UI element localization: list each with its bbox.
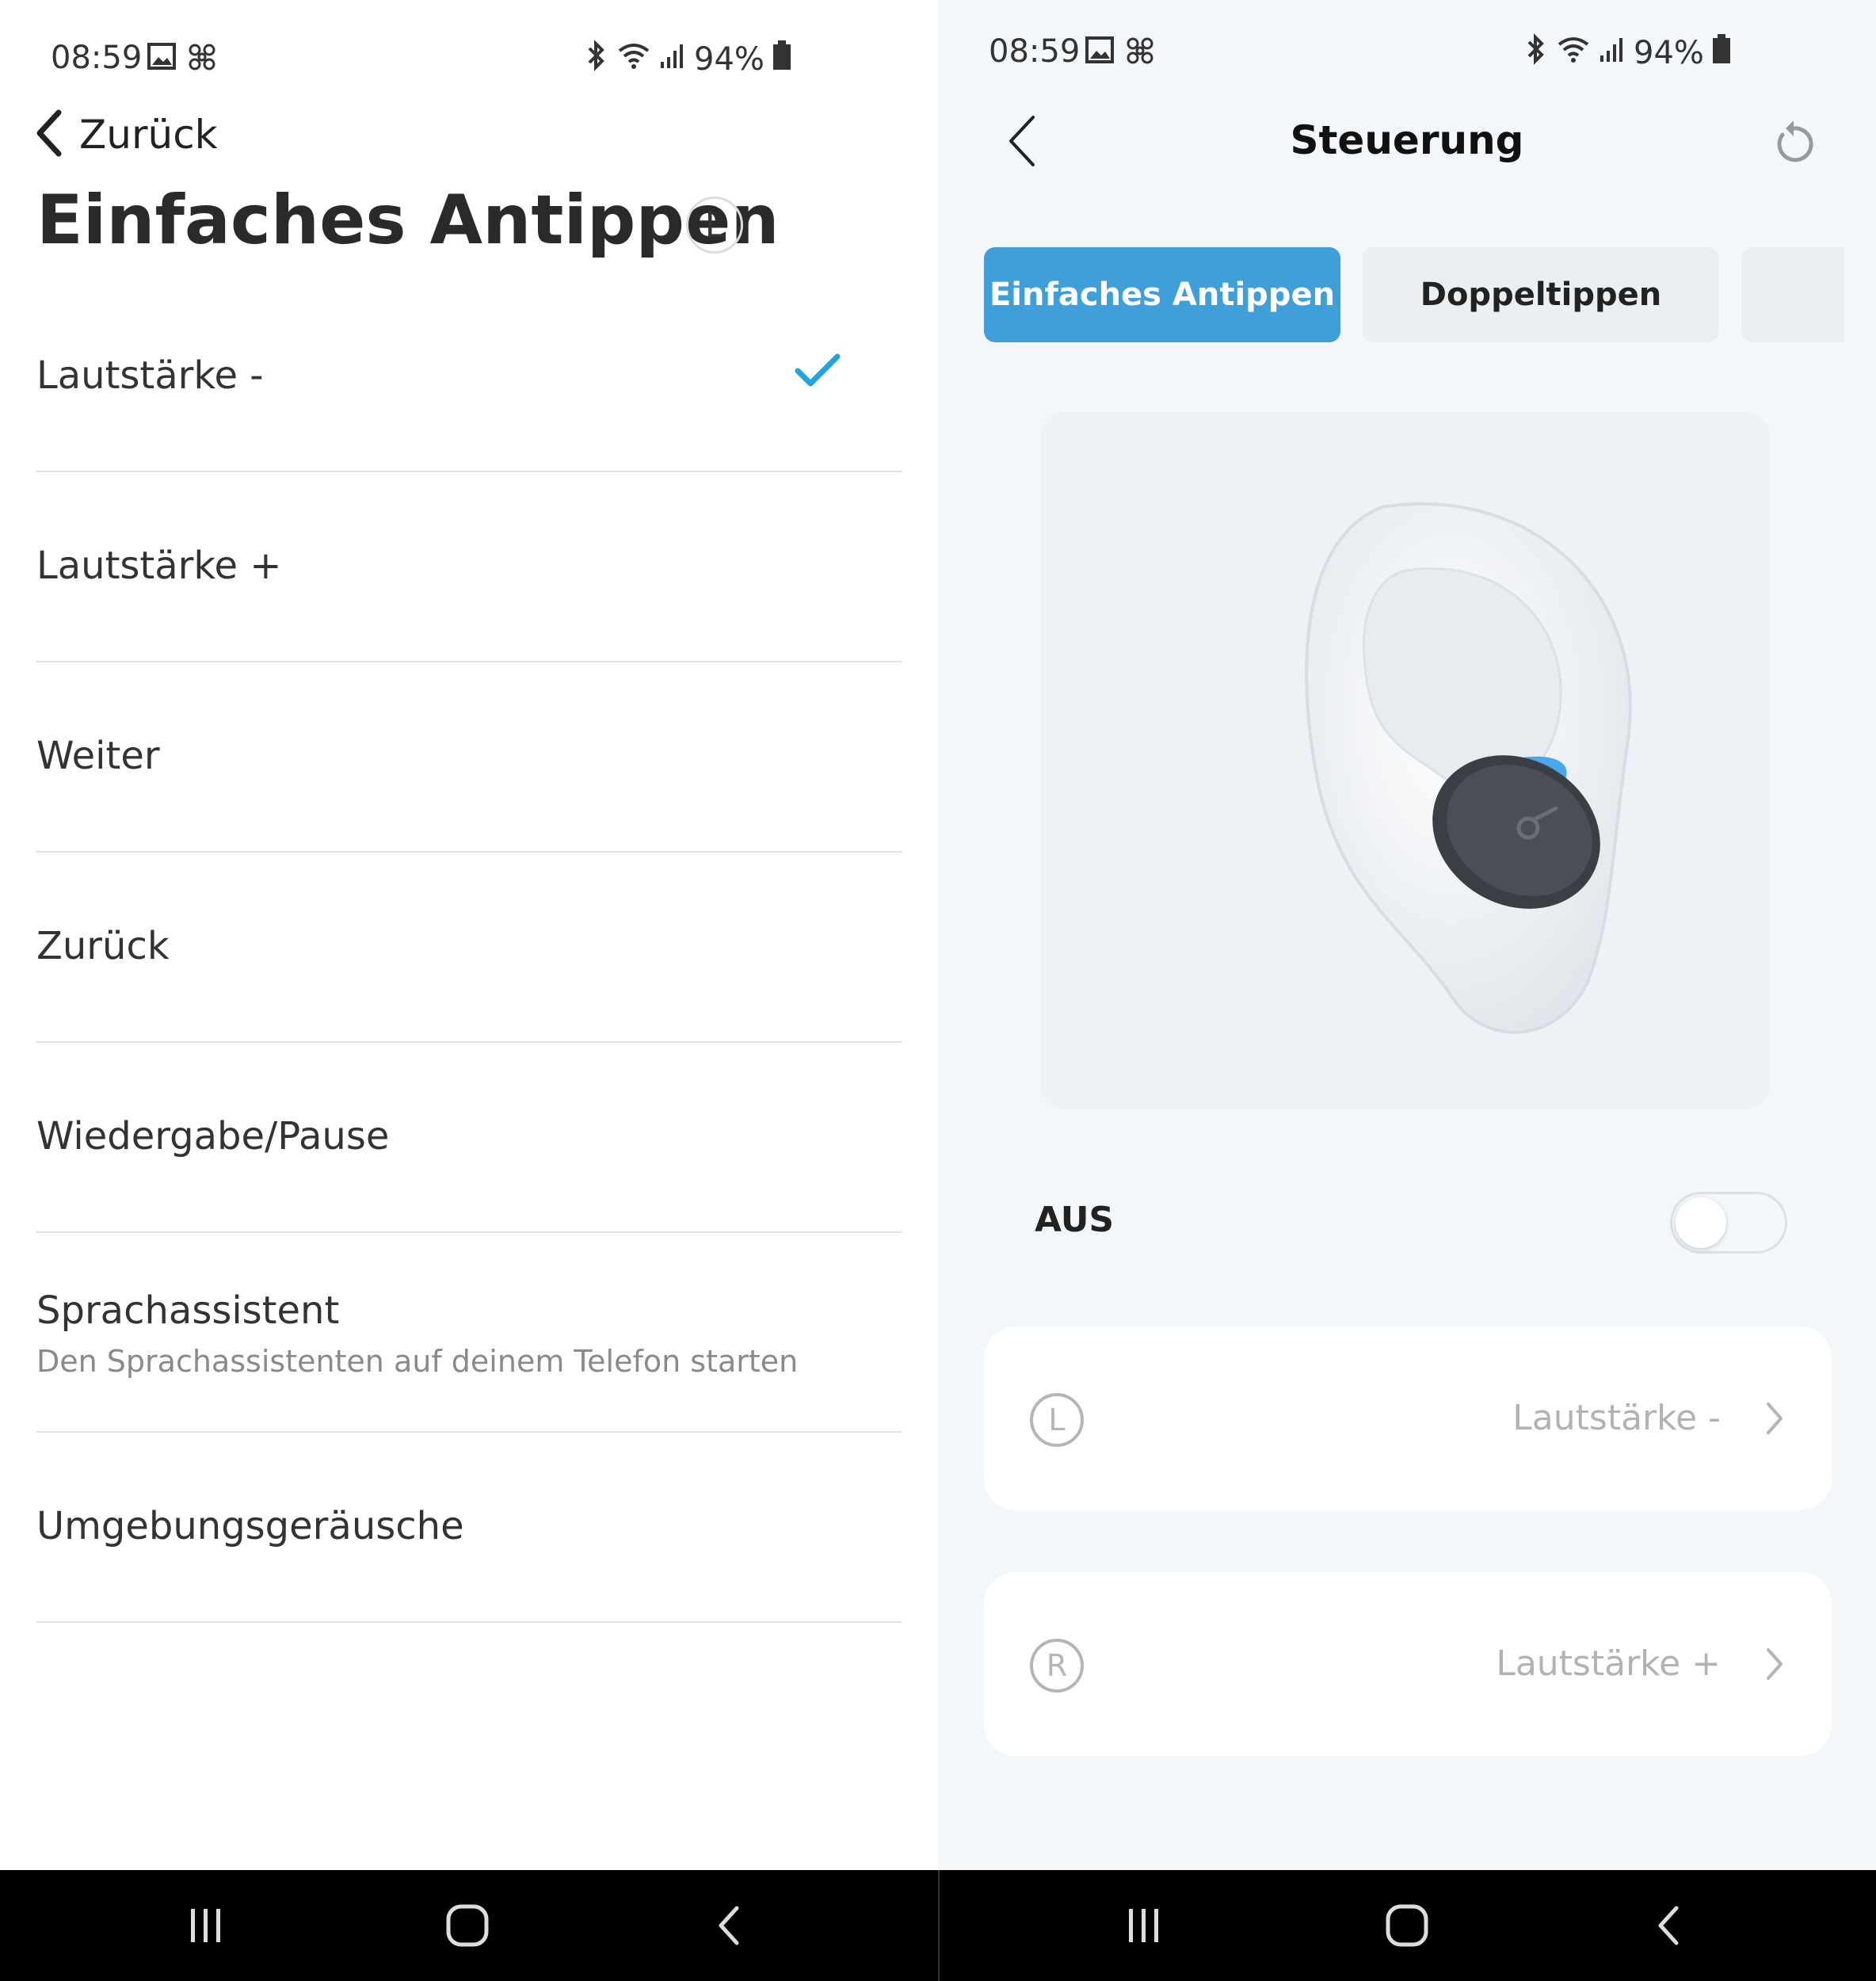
signal-icon [659,41,686,78]
option-row[interactable]: Umgebungsgeräusche [36,1433,902,1621]
gallery-icon [1085,36,1114,67]
option-label: Weiter [36,734,160,778]
divider [36,1621,902,1623]
option-row[interactable]: Weiter [36,662,902,851]
right-panel: 08:59 94% Steuerung Einfaches Antippen D… [938,0,1876,1870]
battery-icon [772,40,791,78]
status-right: 94% [1524,33,1731,73]
chevron-right-icon [1764,1647,1786,1685]
card-value: Lautstärke - [1512,1398,1721,1438]
checkmark-icon [794,352,841,393]
right-side-badge: R [1030,1639,1084,1693]
option-row[interactable]: Wiedergabe/Pause [36,1043,902,1231]
tab-partial[interactable] [1741,247,1844,342]
option-description: Den Sprachassistenten auf deinem Telefon… [36,1344,799,1379]
recent-apps-icon[interactable] [166,1870,246,1981]
option-label: Sprachassistent [36,1288,340,1333]
option-label: Umgebungsgeräusche [36,1504,464,1548]
right-earbud-card[interactable]: R Lautstärke + [984,1572,1832,1756]
refresh-icon [1771,120,1816,168]
ear-illustration [1041,412,1770,1109]
battery-percent: 94% [694,41,765,78]
option-row[interactable]: Lautstärke + [36,472,902,661]
status-bar: 08:59 94% [938,25,1876,81]
off-toggle[interactable] [1670,1192,1787,1254]
wifi-icon [616,40,651,79]
reset-button[interactable] [1771,119,1816,168]
option-row[interactable]: Lautstärke - [36,295,902,472]
left-panel: 08:59 94% Zurück Einfaches Antippen L La… [0,0,938,1870]
bluetooth-icon [585,40,608,79]
fan-icon [187,43,217,74]
option-row[interactable]: Zurück [36,853,902,1041]
chevron-right-icon [1764,1401,1786,1439]
option-label: Wiedergabe/Pause [36,1114,390,1158]
bluetooth-icon [1524,33,1548,73]
tab-single-tap[interactable]: Einfaches Antippen [984,247,1340,342]
status-time: 08:59 [51,40,143,76]
left-side-badge: L [1030,1393,1084,1447]
option-label: Lautstärke + [36,544,282,588]
status-time: 08:59 [989,33,1081,70]
wifi-icon [1556,33,1591,73]
option-row[interactable]: Sprachassistent Den Sprachassistenten au… [36,1233,902,1431]
system-nav-bar-right [940,1870,1876,1981]
side-badge: L [686,197,743,254]
back-label: Zurück [79,112,218,158]
toggle-knob [1676,1197,1726,1248]
battery-icon [1712,34,1731,72]
page-title: Steuerung [1290,117,1524,163]
battery-percent: 94% [1634,35,1704,71]
option-label: Zurück [36,924,170,968]
status-right: 94% [585,40,791,79]
toggle-label: AUS [1035,1200,1115,1240]
page-title: Einfaches Antippen [36,181,780,260]
home-icon[interactable] [1367,1870,1447,1981]
card-value: Lautstärke + [1496,1643,1721,1684]
system-nav-bar-left [0,1870,938,1981]
chevron-left-icon [33,108,65,162]
recent-apps-icon[interactable] [1104,1870,1184,1981]
status-bar: 08:59 94% [0,32,938,87]
tab-double-tap[interactable]: Doppeltippen [1363,247,1719,342]
left-earbud-card[interactable]: L Lautstärke - [984,1326,1832,1510]
gallery-icon [147,43,176,73]
home-icon[interactable] [428,1870,507,1981]
signal-icon [1599,35,1626,71]
back-button[interactable]: Zurück [33,103,218,166]
back-nav-icon[interactable] [689,1870,768,1981]
option-label: Lautstärke - [36,353,264,398]
back-nav-icon[interactable] [1629,1870,1708,1981]
fan-icon [1125,36,1155,68]
